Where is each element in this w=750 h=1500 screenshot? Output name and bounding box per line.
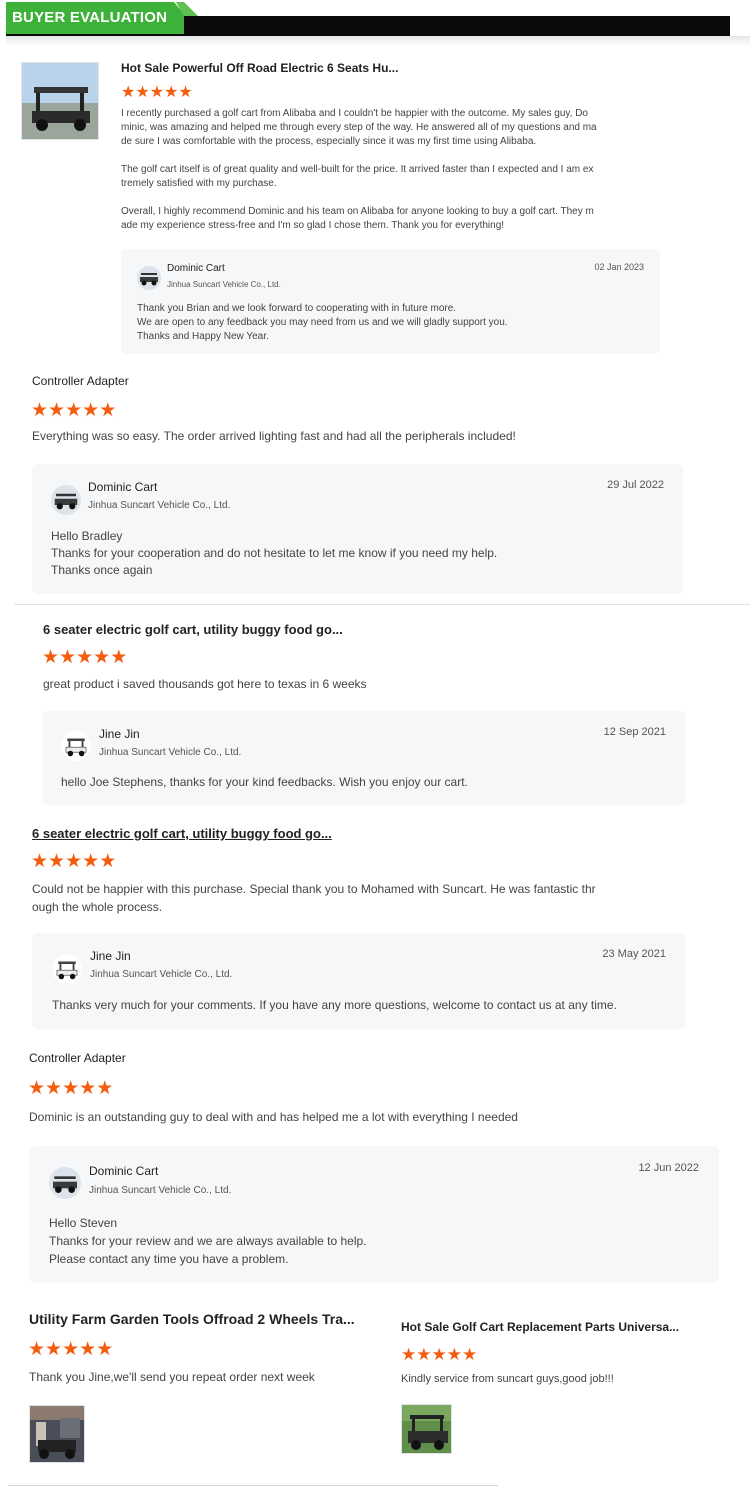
seller-reply: [32, 933, 686, 1029]
star-icon: ★: [93, 647, 111, 668]
review-body: Everything was so easy. The order arrive…: [32, 429, 516, 443]
reply-author: Dominic Cart: [167, 263, 225, 274]
star-icon: ★: [446, 1345, 462, 1364]
reply-company: Jinhua Suncart Vehicle Co., Ltd.: [88, 500, 231, 511]
star-rating: ★ ★ ★ ★ ★: [31, 401, 116, 420]
review-body: Kindly service from suncart guys,good jo…: [401, 1373, 614, 1385]
golf-cart-avatar-icon: [49, 1167, 81, 1199]
review-body: Dominic is an outstanding guy to deal wi…: [29, 1110, 518, 1124]
reply-author: Dominic Cart: [88, 480, 158, 494]
star-icon: ★: [76, 647, 94, 668]
star-icon: ★: [79, 1339, 97, 1360]
review-title[interactable]: 6 seater electric golf cart, utility bug…: [43, 622, 343, 637]
golf-cart-avatar-icon: [52, 954, 82, 984]
golf-cart-avatar-icon: [51, 485, 81, 515]
section-title: BUYER EVALUATION: [12, 9, 168, 26]
star-icon: ★: [42, 647, 60, 668]
star-icon: ★: [431, 1345, 447, 1364]
divider: [8, 1485, 498, 1486]
star-icon: ★: [65, 851, 83, 872]
reply-company: Jinhua Suncart Vehicle Co., Ltd.: [89, 1185, 232, 1196]
reply-text: Hello Bradley Thanks for your cooperatio…: [51, 529, 498, 577]
review-body: I recently purchased a golf cart from Al…: [121, 108, 597, 231]
star-rating: ★ ★ ★ ★ ★: [401, 1346, 477, 1363]
reply-date: 12 Sep 2021: [603, 726, 666, 738]
star-icon: ★: [45, 1078, 63, 1099]
star-icon: ★: [462, 1345, 478, 1364]
star-icon: ★: [149, 84, 165, 101]
review-title[interactable]: Controller Adapter: [29, 1051, 126, 1065]
star-icon: ★: [164, 84, 179, 101]
review-title[interactable]: 6 seater electric golf cart, utility bug…: [32, 826, 332, 841]
review-title[interactable]: Controller Adapter: [32, 374, 129, 388]
review-body: Thank you Jine,we'll send you repeat ord…: [29, 1370, 315, 1384]
star-icon: ★: [45, 1339, 63, 1360]
star-icon: ★: [135, 84, 150, 101]
star-icon: ★: [59, 647, 77, 668]
star-rating: ★ ★ ★ ★ ★: [28, 1340, 113, 1359]
reply-date: 12 Jun 2022: [638, 1162, 699, 1174]
golf-cart-photo: [22, 63, 98, 139]
star-icon: ★: [96, 1078, 114, 1099]
star-icon: ★: [416, 1345, 432, 1364]
reply-date: 02 Jan 2023: [594, 262, 644, 272]
review-title[interactable]: Hot Sale Powerful Off Road Electric 6 Se…: [121, 61, 398, 75]
reply-company: Jinhua Suncart Vehicle Co., Ltd.: [90, 969, 233, 980]
review-photo[interactable]: [401, 1404, 452, 1454]
review-body: great product i saved thousands got here…: [43, 677, 367, 691]
star-icon: ★: [96, 1339, 114, 1360]
reply-date: 23 May 2021: [602, 948, 666, 960]
reply-author: Dominic Cart: [89, 1164, 159, 1178]
star-icon: ★: [31, 851, 49, 872]
reply-company: Jinhua Suncart Vehicle Co., Ltd.: [99, 747, 242, 758]
golf-cart-avatar-icon: [137, 266, 161, 290]
star-icon: ★: [48, 851, 66, 872]
star-icon: ★: [62, 1078, 80, 1099]
star-icon: ★: [401, 1345, 417, 1364]
star-icon: ★: [99, 851, 117, 872]
reply-author: Jine Jin: [90, 949, 131, 963]
review-photo[interactable]: [29, 1405, 85, 1463]
star-icon: ★: [31, 400, 49, 421]
star-rating: ★ ★ ★ ★ ★: [28, 1079, 113, 1098]
star-icon: ★: [82, 851, 100, 872]
reply-author: Jine Jin: [99, 727, 140, 741]
golf-cart-avatar-icon: [61, 731, 91, 761]
star-icon: ★: [28, 1078, 46, 1099]
reply-text: Hello Steven Thanks for your review and …: [49, 1216, 367, 1266]
star-icon: ★: [178, 84, 193, 101]
star-rating: ★ ★ ★ ★ ★: [31, 852, 116, 871]
star-icon: ★: [99, 400, 117, 421]
review-title[interactable]: Hot Sale Golf Cart Replacement Parts Uni…: [401, 1320, 679, 1334]
divider: [14, 604, 750, 605]
golf-cart-photo: [402, 1405, 451, 1453]
review-body: Could not be happier with this purchase.…: [32, 882, 596, 914]
product-thumbnail[interactable]: [21, 62, 99, 140]
star-icon: ★: [110, 647, 128, 668]
reply-company: Jinhua Suncart Vehicle Co., Ltd.: [167, 280, 281, 289]
star-icon: ★: [79, 1078, 97, 1099]
star-rating: ★ ★ ★ ★ ★: [121, 85, 193, 101]
star-icon: ★: [28, 1339, 46, 1360]
vehicles-photo: [30, 1406, 84, 1462]
reply-date: 29 Jul 2022: [607, 479, 664, 491]
star-icon: ★: [65, 400, 83, 421]
star-icon: ★: [82, 400, 100, 421]
header-shadow: [6, 36, 750, 46]
reply-text: Thank you Brian and we look forward to c…: [137, 303, 508, 342]
star-icon: ★: [62, 1339, 80, 1360]
star-icon: ★: [48, 400, 66, 421]
review-title[interactable]: Utility Farm Garden Tools Offroad 2 Whee…: [29, 1311, 355, 1327]
reply-text: Thanks very much for your comments. If y…: [52, 998, 617, 1012]
star-icon: ★: [121, 84, 136, 101]
seller-reply: [42, 711, 686, 805]
reply-text: hello Joe Stephens, thanks for your kind…: [61, 775, 468, 789]
star-rating: ★ ★ ★ ★ ★: [42, 648, 127, 667]
